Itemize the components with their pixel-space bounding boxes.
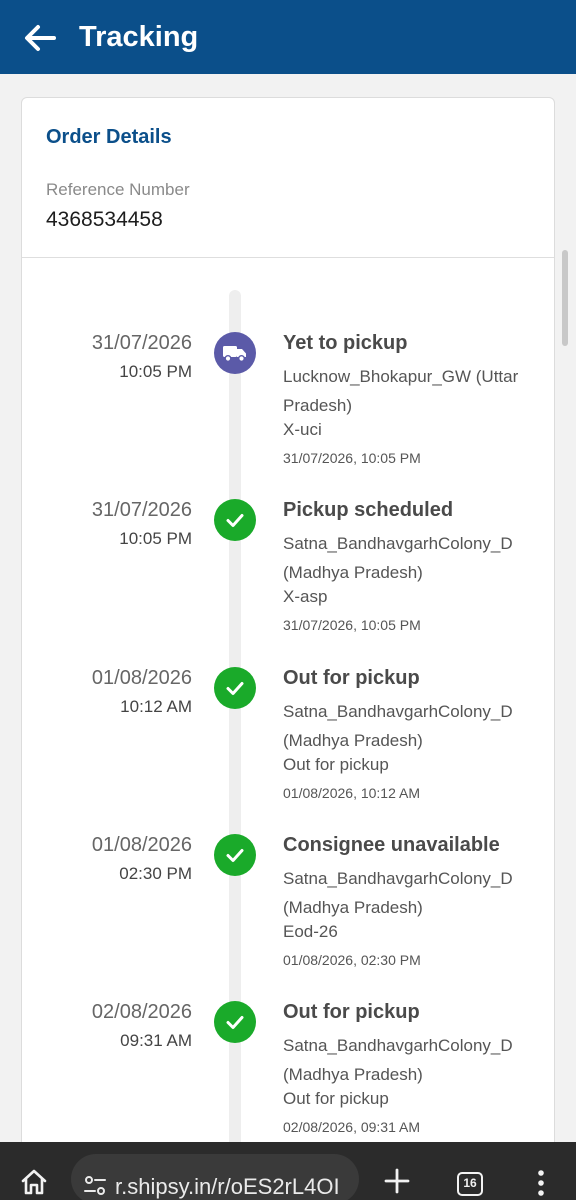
event-timestamp: 02/08/2026, 09:31 AM — [283, 1119, 420, 1135]
truck-icon — [214, 332, 256, 374]
timeline-event: 01/08/2026 02:30 PM Consignee unavailabl… — [22, 834, 554, 984]
event-note: X-uci — [283, 420, 322, 439]
back-arrow-icon[interactable] — [22, 20, 58, 56]
address-bar[interactable]: r.shipsy.in/r/oES2rL4OI — [71, 1154, 359, 1200]
event-date: 02/08/2026 — [91, 1001, 192, 1023]
new-tab-icon[interactable] — [384, 1168, 410, 1194]
app-header: Tracking — [0, 0, 576, 74]
event-time: 02:30 PM — [119, 864, 192, 883]
event-location: Satna_BandhavgarhColony_D (Madhya Prades… — [283, 534, 513, 582]
event-time: 10:05 PM — [119, 362, 192, 381]
url-text: r.shipsy.in/r/oES2rL4OI — [115, 1174, 340, 1199]
event-location: Satna_BandhavgarhColony_D (Madhya Prades… — [283, 1036, 513, 1084]
event-timestamp: 01/08/2026, 10:12 AM — [283, 785, 420, 801]
event-location: Satna_BandhavgarhColony_D (Madhya Prades… — [283, 869, 513, 917]
event-note: Out for pickup — [283, 1089, 389, 1108]
event-time: 09:31 AM — [120, 1031, 192, 1050]
check-icon — [214, 499, 256, 541]
more-options-icon[interactable] — [531, 1168, 551, 1198]
event-time: 10:12 AM — [120, 697, 192, 716]
check-icon — [214, 1001, 256, 1043]
tab-switcher-button[interactable]: 16 — [457, 1172, 483, 1196]
event-date: 01/08/2026 — [91, 667, 192, 689]
scrollbar-thumb[interactable] — [562, 250, 568, 346]
timeline-event: 01/08/2026 10:12 AM Out for pickup Satna… — [22, 667, 554, 817]
event-date: 01/08/2026 — [91, 834, 192, 856]
event-status: Out for pickup — [283, 1001, 420, 1023]
event-location: Lucknow_Bhokapur_GW (Uttar Pradesh) — [283, 367, 519, 415]
tracking-card: Order Details Reference Number 436853445… — [21, 97, 555, 1157]
timeline-event: 31/07/2026 10:05 PM Yet to pickup Luckno… — [22, 332, 554, 482]
home-icon[interactable] — [20, 1168, 48, 1196]
event-status: Yet to pickup — [283, 332, 408, 354]
event-date: 31/07/2026 — [91, 332, 192, 354]
event-note: Out for pickup — [283, 755, 389, 774]
event-note: Eod-26 — [283, 922, 338, 941]
order-details-section: Order Details Reference Number 436853445… — [22, 98, 554, 258]
event-note: X-asp — [283, 587, 328, 606]
page-title: Tracking — [79, 20, 199, 53]
timeline-event: 31/07/2026 10:05 PM Pickup scheduled Sat… — [22, 499, 554, 649]
browser-toolbar: r.shipsy.in/r/oES2rL4OI 16 — [0, 1142, 576, 1200]
event-date: 31/07/2026 — [91, 499, 192, 521]
check-icon — [214, 667, 256, 709]
reference-number-label: Reference Number — [46, 180, 190, 199]
timeline-event: 02/08/2026 09:31 AM Out for pickup Satna… — [22, 1001, 554, 1151]
event-timestamp: 01/08/2026, 02:30 PM — [283, 952, 421, 968]
event-status: Consignee unavailable — [283, 834, 500, 856]
site-settings-icon[interactable] — [83, 1174, 107, 1198]
event-status: Out for pickup — [283, 667, 420, 689]
event-location: Satna_BandhavgarhColony_D (Madhya Prades… — [283, 702, 513, 750]
event-timestamp: 31/07/2026, 10:05 PM — [283, 450, 421, 466]
event-status: Pickup scheduled — [283, 499, 454, 521]
event-timestamp: 31/07/2026, 10:05 PM — [283, 617, 421, 633]
order-details-title: Order Details — [46, 126, 172, 148]
reference-number-value: 4368534458 — [46, 208, 163, 231]
event-time: 10:05 PM — [119, 529, 192, 548]
check-icon — [214, 834, 256, 876]
